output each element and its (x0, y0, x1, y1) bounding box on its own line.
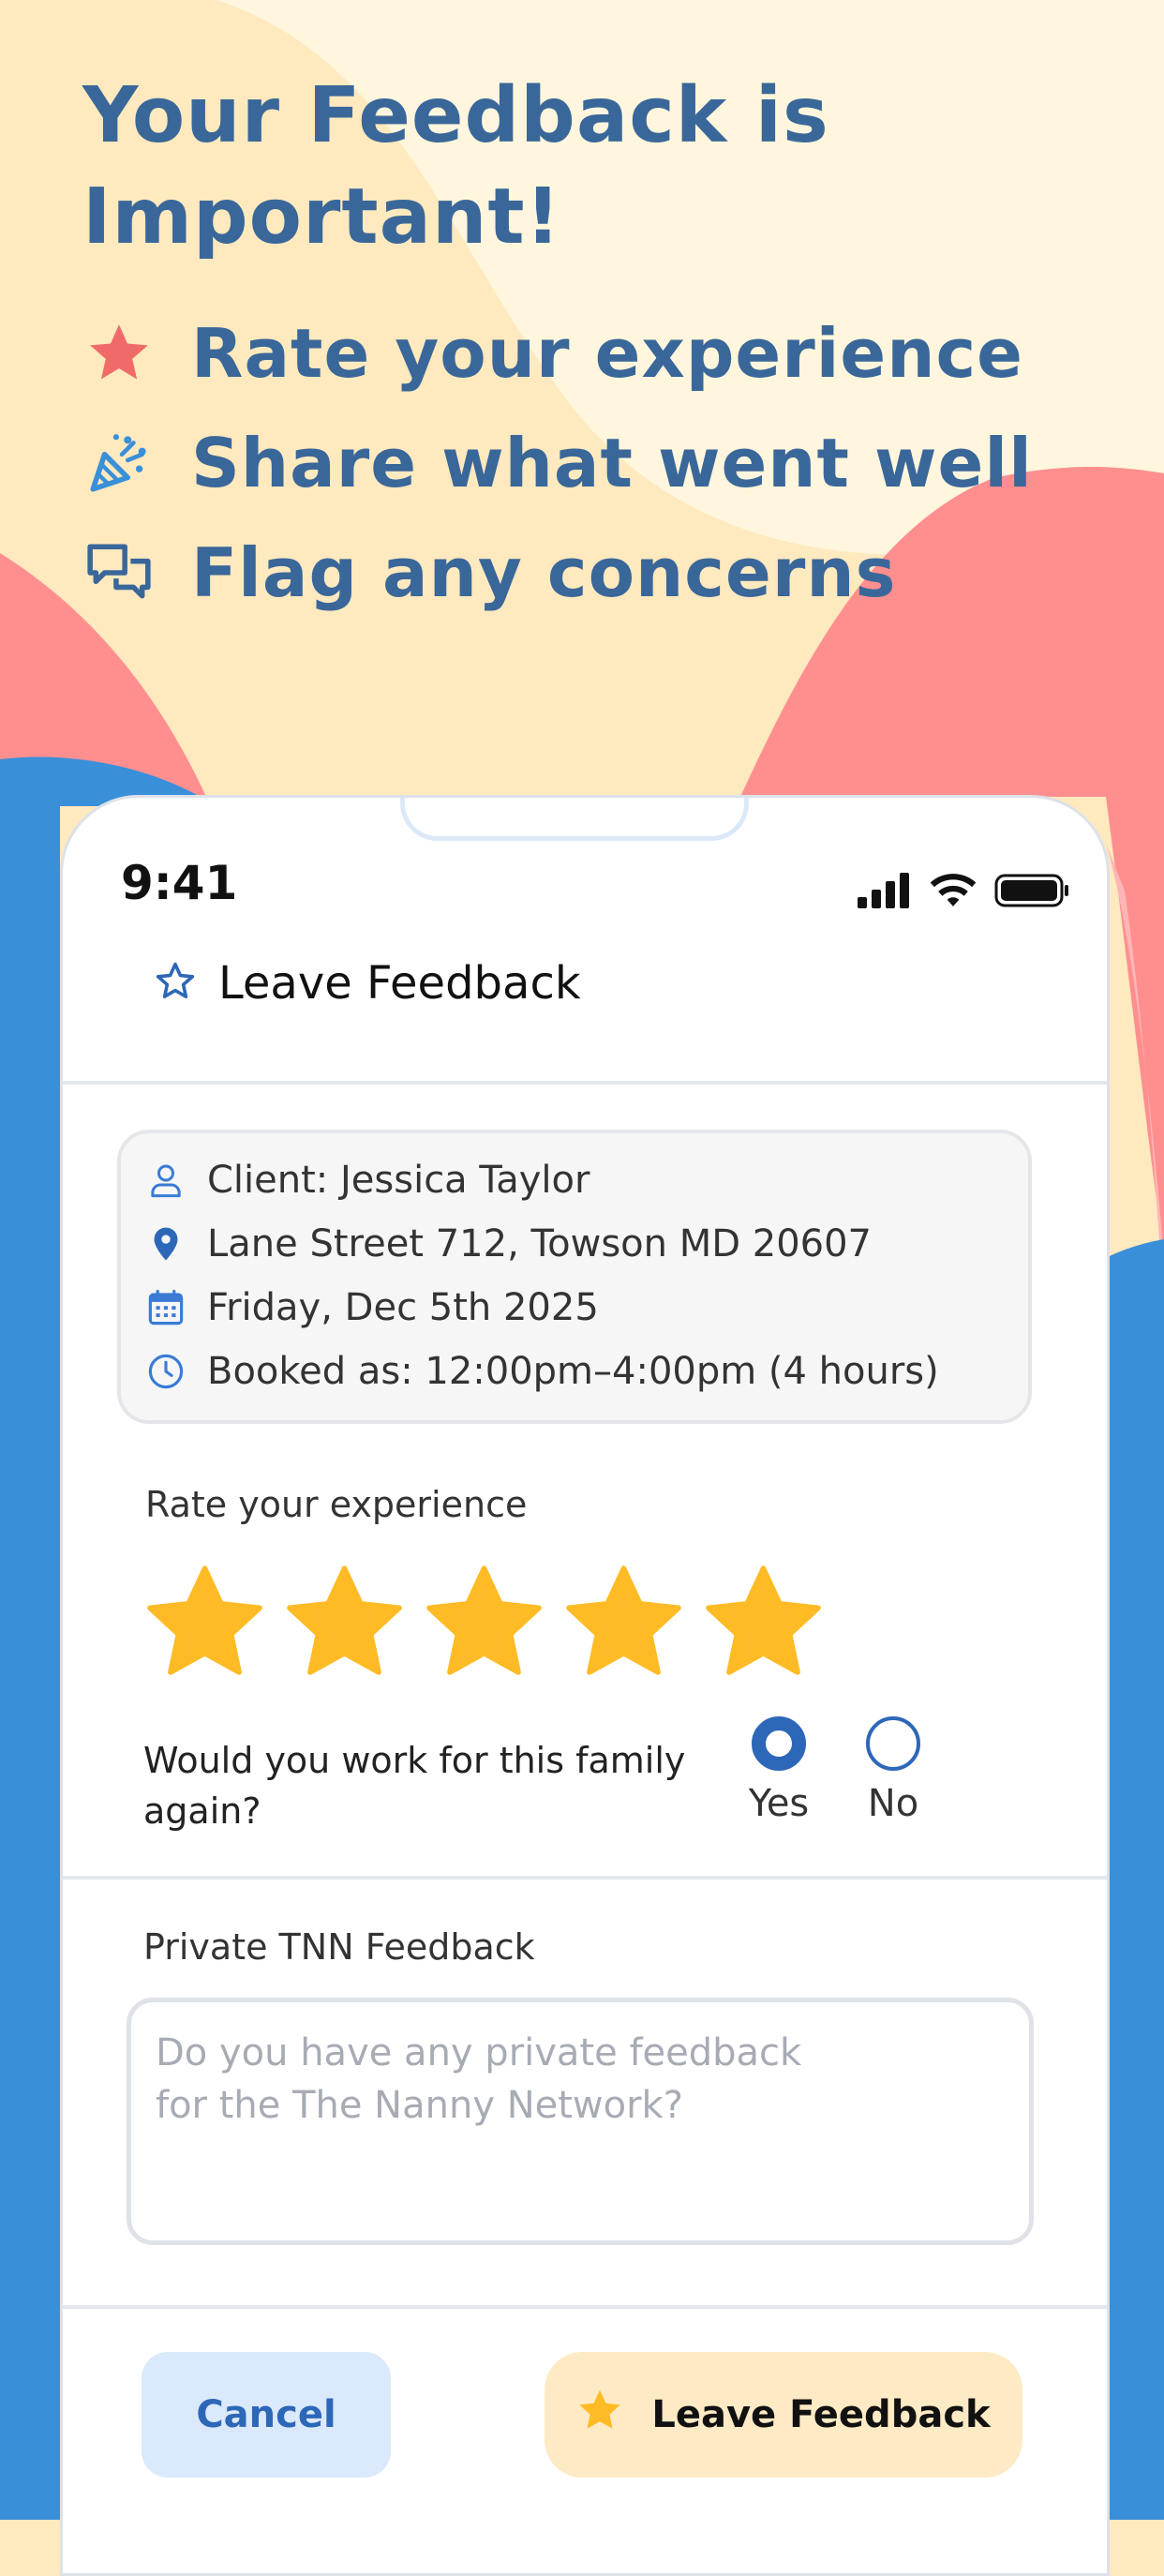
booking-address: Lane Street 712, Towson MD 20607 (207, 1222, 872, 1266)
booking-date: Friday, Dec 5th 2025 (207, 1286, 599, 1329)
battery-icon (994, 873, 1069, 912)
divider (63, 2305, 1107, 2309)
hero-item-label: Share what went well (191, 423, 1033, 502)
hero-item-flag: Flag any concerns (82, 517, 1113, 627)
person-icon (145, 1160, 187, 1201)
star-outline-icon (153, 959, 198, 1008)
hero-item-share: Share what went well (82, 408, 1113, 517)
hero-list: Rate your experience Share what went wel… (82, 298, 1113, 627)
leave-feedback-label: Leave Feedback (651, 2393, 991, 2436)
app-header: Leave Feedback (63, 938, 1107, 1032)
calendar-icon (145, 1287, 187, 1328)
radio-yes-label: Yes (748, 1782, 810, 1825)
rating-star-2[interactable] (281, 1559, 408, 1685)
wifi-icon (929, 873, 977, 912)
divider (63, 1876, 1107, 1880)
location-pin-icon (145, 1223, 187, 1265)
client-row: Client: Jessica Taylor (145, 1152, 589, 1208)
booked-time-row: Booked as: 12:00pm–4:00pm (4 hours) (145, 1343, 939, 1400)
rating-star-1[interactable] (142, 1559, 268, 1685)
hero-title: Your Feedback is Important! (82, 71, 829, 262)
clock-icon (145, 1351, 187, 1392)
chat-bubbles-icon (82, 536, 156, 609)
rating-star-5[interactable] (700, 1559, 827, 1685)
status-icons (858, 873, 1069, 912)
rating-star-3[interactable] (421, 1559, 547, 1685)
party-popper-icon (82, 427, 156, 500)
cancel-button[interactable]: Cancel (142, 2352, 391, 2478)
hero-item-label: Flag any concerns (191, 532, 897, 612)
phone-frame: 9:41 Leave Feedback Client: Jessica Tayl… (60, 795, 1110, 2576)
radio-yes[interactable]: Yes (732, 1716, 826, 1825)
client-name: Client: Jessica Taylor (207, 1159, 590, 1202)
status-time: 9:41 (121, 856, 238, 910)
star-rating[interactable] (142, 1559, 827, 1685)
booked-time: Booked as: 12:00pm–4:00pm (4 hours) (207, 1350, 939, 1393)
date-row: Friday, Dec 5th 2025 (145, 1280, 599, 1336)
radio-no[interactable]: No (846, 1716, 940, 1825)
radio-yes-selected[interactable] (752, 1716, 806, 1771)
private-feedback-label: Private TNN Feedback (143, 1926, 535, 1968)
radio-no-unselected[interactable] (866, 1716, 920, 1771)
address-row: Lane Street 712, Towson MD 20607 (145, 1216, 872, 1272)
star-icon (82, 317, 156, 390)
hero-item-rate: Rate your experience (82, 298, 1113, 408)
rating-star-4[interactable] (560, 1559, 687, 1685)
rating-label: Rate your experience (145, 1484, 528, 1525)
work-again-question: Would you work for this family again? (143, 1740, 686, 1832)
divider (63, 1081, 1107, 1085)
page-title: Leave Feedback (218, 957, 581, 1010)
private-feedback-textarea[interactable]: Do you have any private feedback for the… (127, 1998, 1034, 2245)
leave-feedback-button[interactable]: Leave Feedback (545, 2352, 1022, 2478)
hero-item-label: Rate your experience (191, 313, 1024, 393)
phone-notch (400, 798, 749, 841)
star-icon (576, 2387, 623, 2443)
booking-info-card: Client: Jessica Taylor Lane Street 712, … (117, 1130, 1032, 1424)
cellular-signal-icon (858, 873, 912, 912)
radio-no-label: No (867, 1782, 919, 1825)
